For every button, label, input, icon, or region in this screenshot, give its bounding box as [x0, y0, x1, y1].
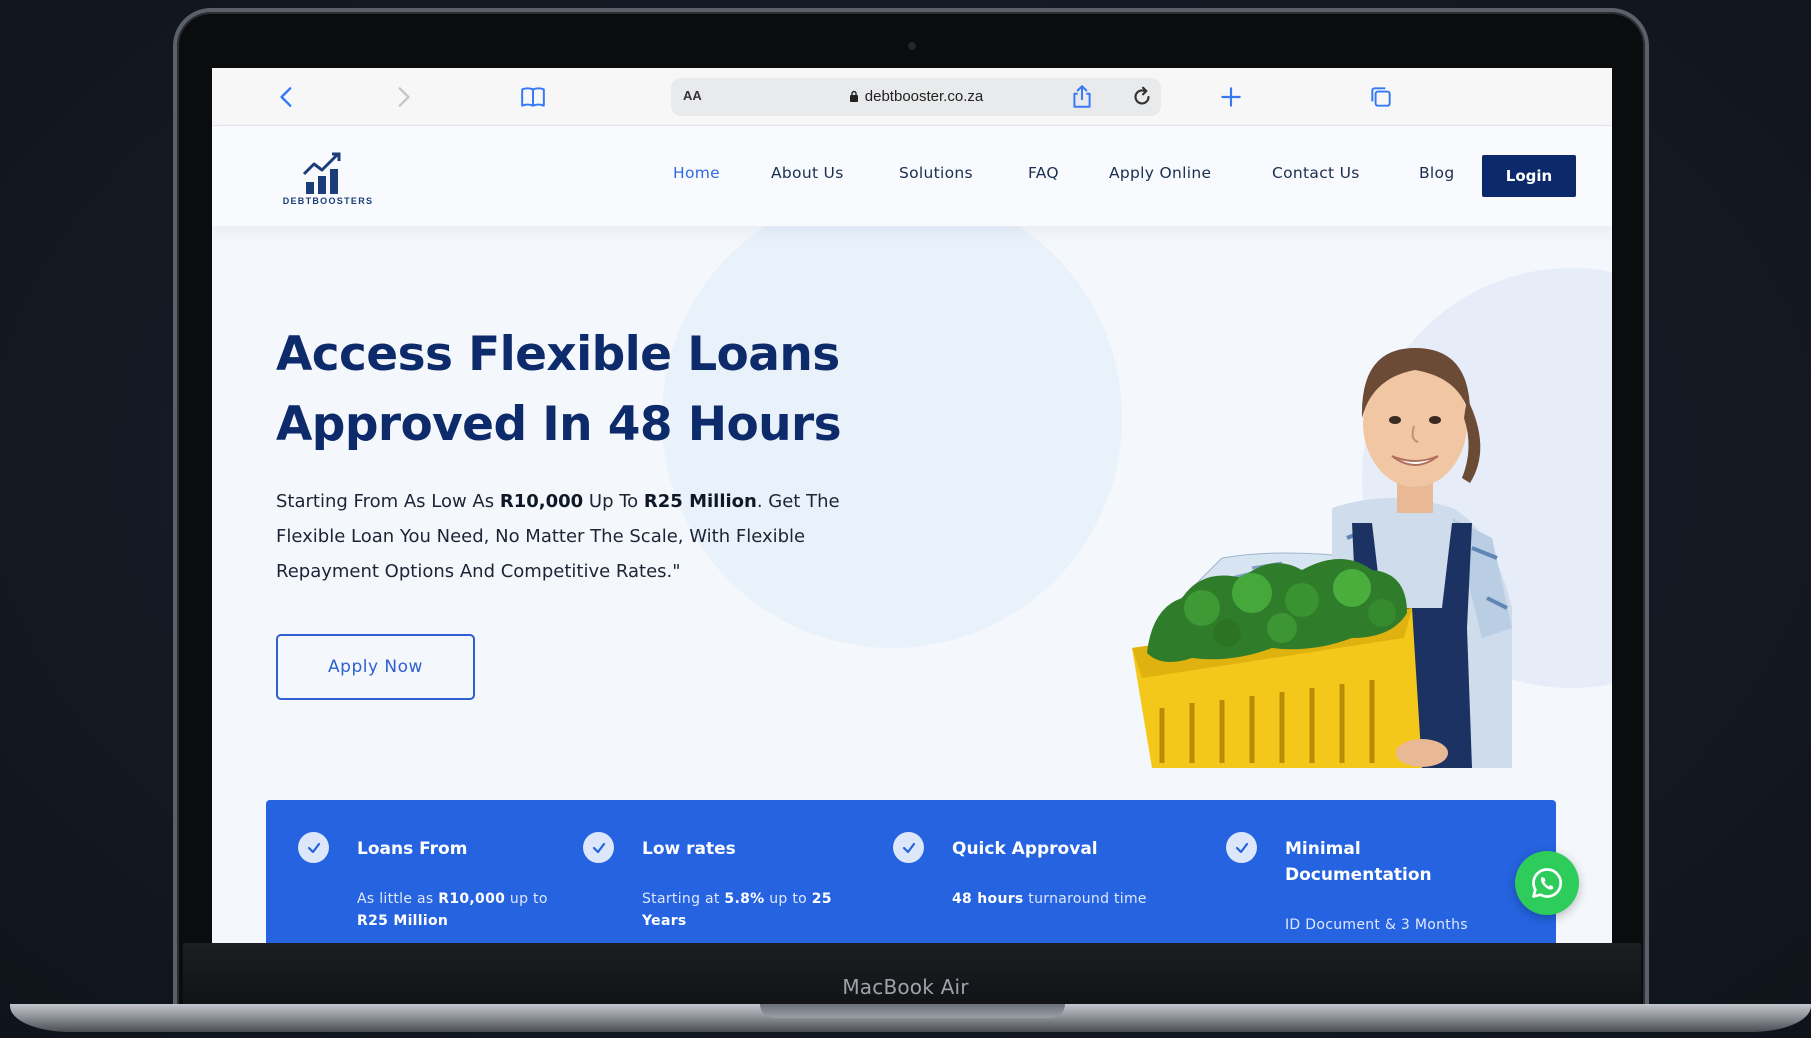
feature-desc-bold: 5.8%	[724, 891, 765, 907]
apply-now-button[interactable]: Apply Now	[276, 634, 475, 700]
reload-icon[interactable]	[1129, 84, 1155, 110]
feature-description: As little as R10,000 up to R25 Million	[357, 888, 577, 932]
screen: AA debtbooster.co.za DEBTBOOSTERS Home A…	[212, 68, 1612, 943]
nav-contact-us[interactable]: Contact Us	[1272, 164, 1360, 182]
tabs-icon[interactable]	[1366, 82, 1396, 112]
feature-title: Loans From	[357, 839, 468, 859]
check-circle-icon	[583, 832, 614, 863]
laptop-hinge-notch	[760, 1004, 1065, 1018]
feature-desc-bold: R10,000	[438, 891, 506, 907]
feature-desc-bold: 48 hours	[952, 891, 1024, 907]
feature-title-line: Documentation	[1285, 865, 1432, 885]
hero-photo	[1132, 348, 1512, 768]
feature-desc-text: Starting at	[642, 891, 725, 907]
login-button[interactable]: Login	[1482, 155, 1576, 197]
feature-loans-from: Loans From As little as R10,000 up to R2…	[298, 800, 547, 943]
book-icon[interactable]	[518, 82, 548, 112]
url-text: debtbooster.co.za	[864, 88, 984, 105]
feature-title: Low rates	[642, 839, 736, 859]
nav-solutions[interactable]: Solutions	[899, 164, 973, 182]
feature-desc-text: As little as	[357, 891, 439, 907]
feature-strip: Loans From As little as R10,000 up to R2…	[266, 800, 1556, 943]
hero-sub-max-amount: R25 Million	[643, 491, 757, 512]
feature-description: ID Document & 3 Months	[1285, 917, 1468, 933]
hero-sub-min-amount: R10,000	[499, 491, 584, 512]
feature-quick-approval: Quick Approval 48 hours turnaround time	[893, 800, 1193, 943]
hero-sub-text: Up To	[583, 491, 644, 512]
hero-title-line: Approved In 48 Hours	[276, 397, 842, 452]
device-model-label: MacBook Air	[842, 975, 969, 999]
feature-description: Starting at 5.8% up to 25 Years	[642, 888, 852, 932]
feature-desc-text: up to	[764, 891, 812, 907]
feature-minimal-documentation: Minimal Documentation ID Document & 3 Mo…	[1226, 800, 1506, 943]
lock-icon	[849, 90, 858, 102]
whatsapp-button[interactable]	[1515, 851, 1579, 915]
feature-description: 48 hours turnaround time	[952, 888, 1212, 910]
whatsapp-icon	[1532, 868, 1563, 898]
feature-desc-text: turnaround time	[1023, 891, 1147, 907]
feature-desc-text: up to	[505, 891, 548, 907]
browser-toolbar: AA debtbooster.co.za	[212, 68, 1612, 126]
hero-sub-text: Starting From As Low As	[276, 491, 500, 512]
logo-text: DEBTBOOSTERS	[282, 196, 374, 206]
feature-desc-bold: R25 Million	[357, 913, 449, 929]
plus-icon[interactable]	[1216, 82, 1246, 112]
chevron-left-icon[interactable]	[272, 82, 302, 112]
hero-title-line: Access Flexible Loans	[276, 327, 840, 382]
feature-title: Quick Approval	[952, 839, 1098, 859]
hero-title: Access Flexible Loans Approved In 48 Hou…	[276, 320, 916, 460]
share-icon[interactable]	[1067, 82, 1097, 112]
nav-about-us[interactable]: About Us	[771, 164, 844, 182]
nav-faq[interactable]: FAQ	[1028, 164, 1059, 182]
check-circle-icon	[893, 832, 924, 863]
nav-apply-online[interactable]: Apply Online	[1109, 164, 1211, 182]
check-circle-icon	[1226, 832, 1257, 863]
feature-title: Minimal Documentation	[1285, 836, 1432, 888]
check-circle-icon	[298, 832, 329, 863]
camera-icon	[908, 42, 916, 50]
hero-subtitle: Starting From As Low As R10,000 Up To R2…	[276, 484, 876, 589]
nav-home[interactable]: Home	[673, 164, 720, 182]
feature-low-rates: Low rates Starting at 5.8% up to 25 Year…	[583, 800, 832, 943]
nav-blog[interactable]: Blog	[1419, 164, 1454, 182]
feature-title-line: Minimal	[1285, 839, 1361, 859]
chevron-right-icon[interactable]	[388, 82, 418, 112]
